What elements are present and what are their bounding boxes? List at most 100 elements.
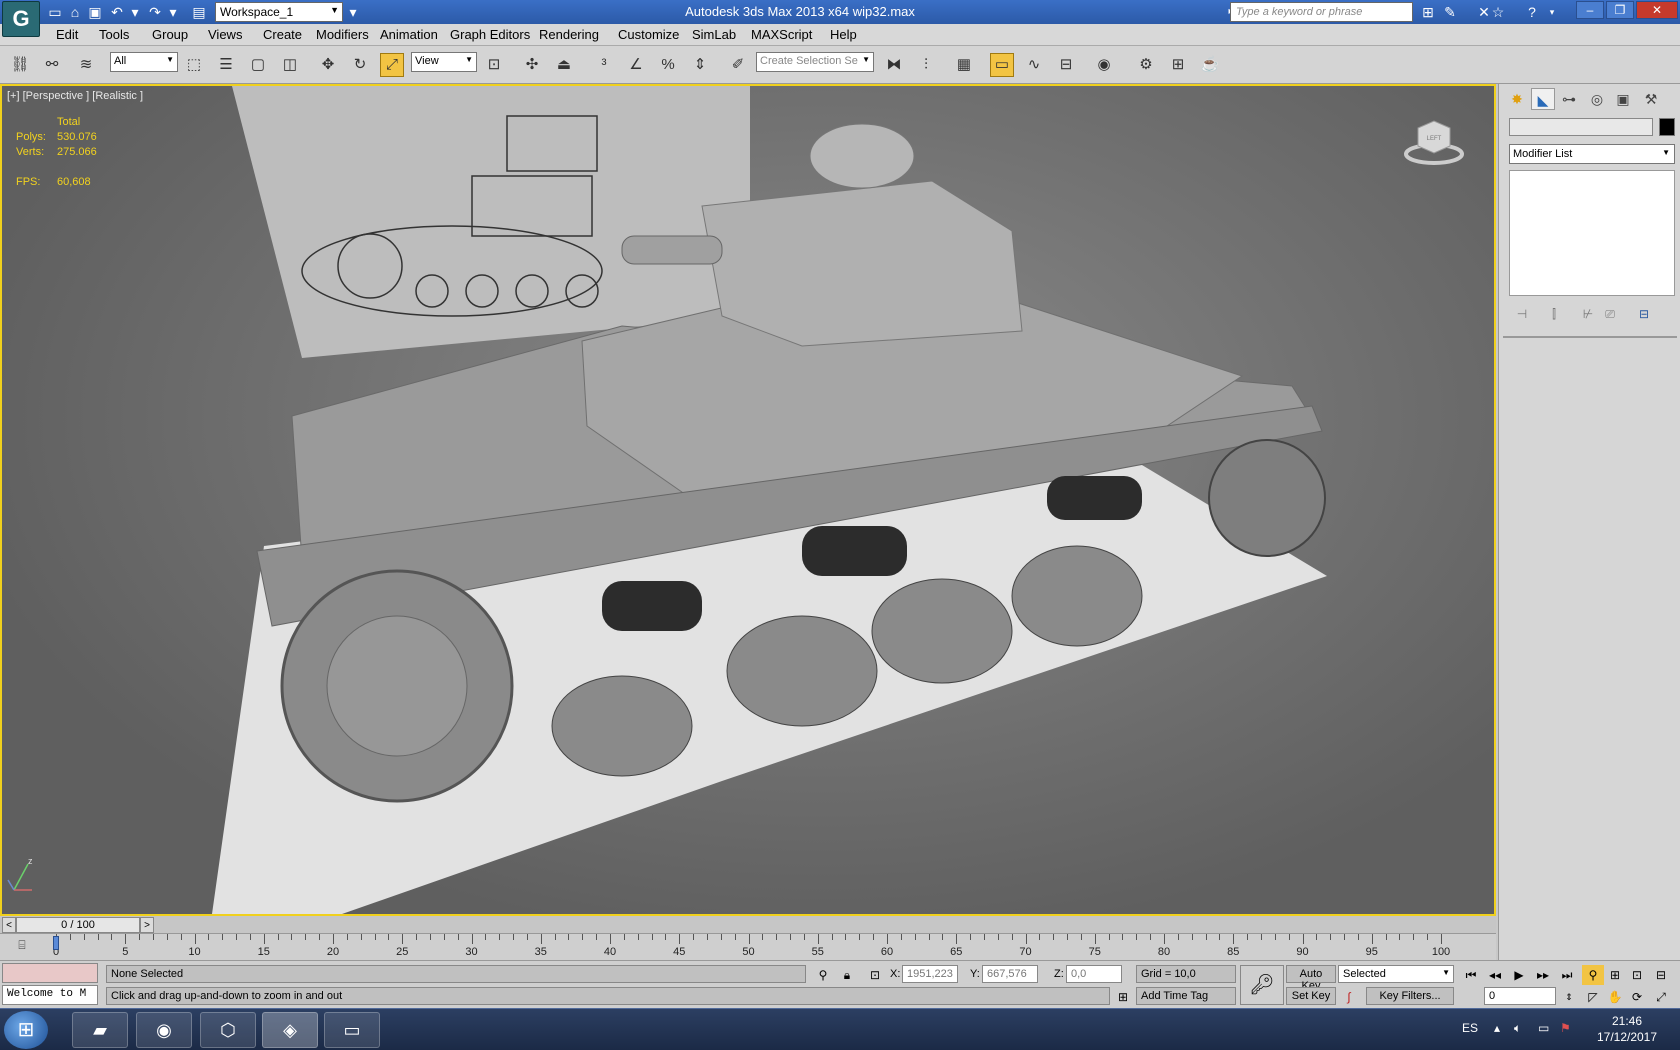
pan-view-icon[interactable]: ✋	[1604, 987, 1626, 1007]
motion-tab-icon[interactable]: ◎	[1585, 88, 1609, 110]
curve-editor-icon[interactable]: ∿	[1022, 53, 1046, 77]
minimize-button[interactable]: –	[1576, 1, 1604, 19]
zoom-all-icon[interactable]: ⊞	[1604, 965, 1626, 985]
maxscript-mini-listener-top[interactable]	[2, 963, 98, 983]
key-selection-select[interactable]: Selected ▼	[1338, 965, 1454, 983]
select-object-icon[interactable]: ⬚	[182, 53, 206, 77]
open-file-icon[interactable]: ⌂	[66, 3, 84, 21]
window-crossing-icon[interactable]: ◫	[278, 53, 302, 77]
render-setup-icon[interactable]: ⚙	[1134, 53, 1158, 77]
previous-frame-icon[interactable]: ◂◂	[1484, 965, 1506, 985]
menu-tools[interactable]: Tools	[99, 27, 129, 42]
time-slider-thumb[interactable]: 0 / 100	[16, 917, 140, 933]
layer-manager-icon[interactable]: ▦	[952, 53, 976, 77]
viewport-label[interactable]: [+] [Perspective ] [Realistic ]	[7, 90, 143, 102]
menu-rendering[interactable]: Rendering	[539, 27, 599, 42]
taskbar-firefox[interactable]: ◉	[136, 1012, 192, 1048]
set-key-button[interactable]: Set Key	[1286, 987, 1336, 1005]
go-to-start-icon[interactable]: ⏮	[1460, 965, 1482, 985]
go-to-end-icon[interactable]: ⏭	[1556, 965, 1578, 985]
bind-space-warp-icon[interactable]: ≋	[74, 53, 98, 77]
start-button[interactable]: ⊞	[4, 1011, 48, 1049]
keyboard-shortcut-icon[interactable]: ⏏	[552, 53, 576, 77]
network-icon[interactable]: ▭	[1538, 1021, 1549, 1035]
play-icon[interactable]: ▶	[1508, 965, 1530, 985]
make-unique-icon[interactable]: ⊬	[1577, 304, 1599, 324]
favorites-icon[interactable]: ☆	[1488, 2, 1508, 22]
rotate-icon[interactable]: ↻	[348, 53, 372, 77]
add-time-tag-button[interactable]: Add Time Tag	[1136, 987, 1236, 1005]
show-hidden-icons-icon[interactable]: ▴	[1494, 1021, 1500, 1035]
select-by-name-icon[interactable]: ☰	[214, 53, 238, 77]
selection-lock-icon[interactable]: 🔒︎	[836, 965, 858, 985]
menu-maxscript[interactable]: MAXScript	[751, 27, 812, 42]
scale-icon[interactable]: ⤢	[380, 53, 404, 77]
display-tab-icon[interactable]: ▣	[1611, 88, 1635, 110]
viewcube[interactable]: LEFT	[1404, 116, 1464, 166]
new-file-icon[interactable]: ▭	[46, 3, 64, 21]
edit-named-sets-icon[interactable]: ✐	[726, 53, 750, 77]
add-time-tag-icon[interactable]: ⊞	[1112, 987, 1134, 1007]
set-key-mode-key-icon[interactable]: 🔑︎	[1240, 965, 1284, 1005]
app-menu-button[interactable]: G	[2, 1, 40, 37]
named-selection-set-input[interactable]: Create Selection Se ▼	[756, 52, 874, 72]
mini-curve-editor-icon[interactable]: ⌸	[8, 938, 36, 956]
taskbar-clock[interactable]: 21:46 17/12/2017	[1582, 1013, 1672, 1045]
modify-tab-icon[interactable]: ◣	[1531, 88, 1555, 110]
key-filters-button[interactable]: Key Filters...	[1366, 987, 1454, 1005]
object-color-swatch[interactable]	[1659, 118, 1675, 136]
project-folder-icon[interactable]: ▤	[190, 3, 208, 21]
hierarchy-tab-icon[interactable]: ⊶	[1557, 88, 1581, 110]
save-icon[interactable]: ▣	[86, 3, 104, 21]
menu-group[interactable]: Group	[152, 27, 188, 42]
isolate-selection-icon[interactable]: ⚲	[812, 965, 834, 985]
snap-3d-icon[interactable]: ³	[592, 53, 616, 77]
menu-edit[interactable]: Edit	[56, 27, 78, 42]
search-input[interactable]: Type a keyword or phrase	[1230, 2, 1413, 22]
selection-filter-select[interactable]: All ▼	[110, 52, 178, 72]
material-editor-icon[interactable]: ◉	[1092, 53, 1116, 77]
frame-spinner-icon[interactable]: ⇕	[1558, 987, 1580, 1007]
redo-dropdown-icon[interactable]: ▾	[164, 3, 182, 21]
remove-modifier-icon[interactable]: ⎚	[1599, 304, 1621, 324]
workspace-select[interactable]: Workspace_1 ▼	[215, 2, 343, 22]
field-of-view-icon[interactable]: ◸	[1582, 987, 1604, 1007]
utilities-tab-icon[interactable]: ⚒	[1639, 88, 1663, 110]
absolute-transform-icon[interactable]: ⊡	[864, 965, 886, 985]
mirror-icon[interactable]: ⧓	[882, 53, 906, 77]
language-indicator[interactable]: ES	[1462, 1021, 1478, 1035]
close-button[interactable]: ✕	[1636, 1, 1678, 19]
taskbar-3d-app[interactable]: ⬡	[200, 1012, 256, 1048]
maximize-button[interactable]: ❐	[1606, 1, 1634, 19]
menu-create[interactable]: Create	[263, 27, 302, 42]
taskbar-image-viewer[interactable]: ▭	[324, 1012, 380, 1048]
move-icon[interactable]: ✥	[316, 53, 340, 77]
modifier-list-select[interactable]: Modifier List ▼	[1509, 144, 1675, 164]
redo-icon[interactable]: ↷	[146, 3, 164, 21]
render-production-icon[interactable]: ☕	[1198, 53, 1222, 77]
spinner-snap-icon[interactable]: ⇕	[688, 53, 712, 77]
zoom-extents-all-icon[interactable]: ⊟	[1650, 965, 1672, 985]
next-frame-arrow[interactable]: >	[140, 917, 154, 933]
subscription-icon[interactable]: ✎	[1440, 2, 1460, 22]
binoculars-icon[interactable]: ⊞	[1418, 2, 1438, 22]
action-center-icon[interactable]: ⚑	[1560, 1021, 1571, 1035]
pivot-icon[interactable]: ⊡	[482, 53, 506, 77]
configure-modifier-sets-icon[interactable]: ⊟	[1633, 304, 1655, 324]
quick-access-dropdown-icon[interactable]: ▾	[344, 3, 362, 21]
orbit-icon[interactable]: ⟳	[1626, 987, 1648, 1007]
schematic-view-icon[interactable]: ⊟	[1054, 53, 1078, 77]
graphite-ribbon-icon[interactable]: ▭	[990, 53, 1014, 77]
rendered-frame-icon[interactable]: ⊞	[1166, 53, 1190, 77]
object-name-input[interactable]	[1509, 118, 1653, 136]
z-coordinate-field[interactable]: 0,0	[1066, 965, 1122, 983]
rect-region-icon[interactable]: ▢	[246, 53, 270, 77]
unlink-icon[interactable]: ⚯	[40, 53, 64, 77]
menu-help[interactable]: Help	[830, 27, 857, 42]
maximize-viewport-icon[interactable]: ⤢	[1650, 987, 1672, 1007]
taskbar-explorer[interactable]: ▰	[72, 1012, 128, 1048]
help-icon[interactable]: ?	[1522, 2, 1542, 22]
y-coordinate-field[interactable]: 667,576	[982, 965, 1038, 983]
auto-key-button[interactable]: Auto Key	[1286, 965, 1336, 992]
reference-coord-select[interactable]: View ▼	[411, 52, 477, 72]
